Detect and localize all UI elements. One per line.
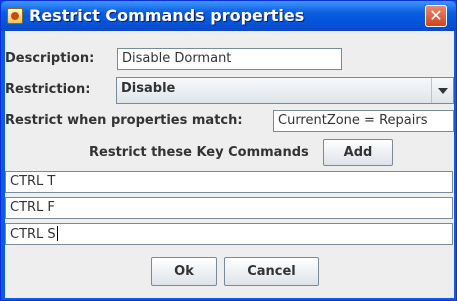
key-command-text: CTRL F [10, 200, 55, 215]
restriction-label: Restriction: [5, 82, 91, 97]
match-input[interactable]: CurrentZone = Repairs [273, 110, 454, 132]
key-command-row[interactable]: CTRL T [5, 171, 453, 193]
title-bar[interactable]: Restrict Commands properties ✕ [1, 1, 456, 31]
key-command-row[interactable]: CTRL S [5, 223, 453, 245]
java-app-icon [7, 8, 23, 24]
key-command-text: CTRL S [10, 227, 56, 242]
close-icon: ✕ [429, 6, 443, 25]
dialog-content: Description: Disable Dormant Restriction… [5, 31, 454, 298]
key-command-row[interactable]: CTRL F [5, 197, 453, 219]
restrict-commands-dialog: Restrict Commands properties ✕ Descripti… [0, 0, 457, 301]
restriction-selected-value: Disable [121, 81, 176, 96]
close-button[interactable]: ✕ [425, 5, 447, 27]
restriction-select[interactable]: Disable [116, 77, 454, 104]
window-title: Restrict Commands properties [29, 6, 305, 25]
key-command-text: CTRL T [10, 174, 56, 189]
description-input[interactable]: Disable Dormant [117, 48, 342, 70]
description-label: Description: [5, 51, 95, 66]
match-label: Restrict when properties match: [5, 113, 243, 128]
add-button[interactable]: Add [323, 139, 393, 166]
key-commands-label: Restrict these Key Commands [89, 145, 309, 160]
cancel-button[interactable]: Cancel [224, 257, 319, 286]
chevron-down-icon[interactable] [431, 78, 453, 103]
ok-button[interactable]: Ok [151, 257, 217, 286]
text-caret [56, 226, 58, 241]
